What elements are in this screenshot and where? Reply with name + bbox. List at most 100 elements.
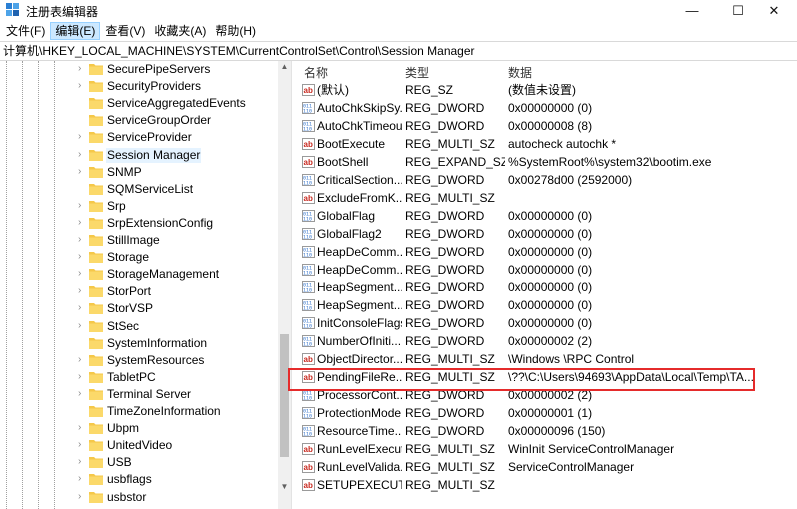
chevron-right-icon[interactable]: ›: [78, 166, 88, 178]
pane-splitter[interactable]: [291, 61, 295, 509]
value-row[interactable]: ab RunLevelValida... REG_MULTI_SZ ServiceCo…: [296, 458, 797, 476]
chevron-right-icon[interactable]: ›: [78, 285, 88, 297]
value-row[interactable]: 011 110 HeapSegment... REG_DWORD 0x00000000 …: [296, 296, 797, 314]
tree-item[interactable]: SystemInformation: [0, 335, 278, 352]
chevron-right-icon[interactable]: ›: [78, 80, 88, 92]
menu-item[interactable]: 查看(V): [101, 22, 149, 40]
value-row[interactable]: ab RunLevelExecute REG_MULTI_SZ WinInit Ser…: [296, 440, 797, 458]
address-bar[interactable]: 计算机\HKEY_LOCAL_MACHINE\SYSTEM\CurrentCon…: [0, 41, 797, 61]
value-row[interactable]: 011 110 HeapSegment... REG_DWORD 0x00000000 …: [296, 278, 797, 296]
value-data-cell: (数值未设置): [508, 83, 576, 97]
value-row[interactable]: ab BootShell REG_EXPAND_SZ %SystemRoot%\sys…: [296, 153, 797, 171]
chevron-right-icon[interactable]: ›: [78, 251, 88, 263]
menu-item[interactable]: 文件(F): [2, 22, 49, 40]
tree-item[interactable]: ServiceGroupOrder: [0, 112, 278, 129]
chevron-right-icon[interactable]: ›: [78, 217, 88, 229]
value-row[interactable]: 011 110 NumberOfIniti... REG_DWORD 0x0000000…: [296, 332, 797, 350]
tree-item-label: ServiceGroupOrder: [107, 113, 212, 128]
tree-item[interactable]: SQMServiceList: [0, 181, 278, 198]
chevron-right-icon[interactable]: ›: [78, 320, 88, 332]
value-row[interactable]: 011 110 AutoChkTimeout REG_DWORD 0x00000008 …: [296, 117, 797, 135]
tree-item[interactable]: › StillImage: [0, 232, 278, 249]
tree-item[interactable]: TimeZoneInformation: [0, 403, 278, 420]
folder-icon: [89, 388, 103, 400]
value-type-cell: REG_MULTI_SZ: [405, 136, 495, 151]
tree-item[interactable]: › SystemResources: [0, 352, 278, 369]
chevron-right-icon[interactable]: ›: [78, 131, 88, 143]
tree-item[interactable]: › SNMP: [0, 164, 278, 181]
tree-item[interactable]: › Ubpm: [0, 420, 278, 437]
tree-item[interactable]: › Storage: [0, 249, 278, 266]
tree-item[interactable]: › SrpExtensionConfig: [0, 215, 278, 232]
value-type-cell: REG_DWORD: [405, 406, 485, 421]
minimize-button[interactable]: —: [669, 0, 715, 21]
value-row[interactable]: 011 110 InitConsoleFlags REG_DWORD 0x0000000…: [296, 314, 797, 332]
title-bar: 注册表编辑器 — ☐ ✕: [0, 0, 797, 21]
tree-item[interactable]: › Srp: [0, 198, 278, 215]
string-value-icon: ab: [302, 478, 315, 491]
value-row[interactable]: 011 110 GlobalFlag REG_DWORD 0x00000000 (0): [296, 207, 797, 225]
tree-item[interactable]: › StorPort: [0, 283, 278, 300]
tree-item[interactable]: › usbstor: [0, 489, 278, 506]
tree-item[interactable]: ServiceAggregatedEvents: [0, 95, 278, 112]
tree-item-label: SrpExtensionConfig: [107, 215, 214, 230]
value-type-cell: REG_DWORD: [405, 172, 485, 187]
chevron-right-icon[interactable]: ›: [78, 422, 88, 434]
chevron-right-icon[interactable]: ›: [78, 456, 88, 468]
scroll-thumb[interactable]: [280, 334, 289, 457]
menu-item[interactable]: 收藏夹(A): [150, 22, 210, 40]
column-header-name[interactable]: 名称: [304, 64, 328, 81]
value-row[interactable]: ab ObjectDirector... REG_MULTI_SZ \Windows …: [296, 350, 797, 368]
chevron-right-icon[interactable]: ›: [78, 234, 88, 246]
chevron-right-icon[interactable]: ›: [78, 473, 88, 485]
value-row[interactable]: 011 110 AutoChkSkipSy... REG_DWORD 0x0000000…: [296, 99, 797, 117]
column-header-data[interactable]: 数据: [508, 64, 532, 81]
tree-item[interactable]: › usbflags: [0, 471, 278, 488]
tree-item[interactable]: › SecurityProviders: [0, 78, 278, 95]
tree-item[interactable]: › StorVSP: [0, 300, 278, 317]
chevron-right-icon[interactable]: ›: [78, 439, 88, 451]
scroll-up-icon[interactable]: ▲: [278, 61, 291, 73]
chevron-right-icon[interactable]: ›: [78, 354, 88, 366]
value-row[interactable]: 011 110 ProtectionMode REG_DWORD 0x00000001 …: [296, 404, 797, 422]
chevron-right-icon[interactable]: ›: [78, 268, 88, 280]
tree-item[interactable]: › ServiceProvider: [0, 129, 278, 146]
tree-item[interactable]: › SecurePipeServers: [0, 61, 278, 78]
value-row[interactable]: ab ExcludeFromK... REG_MULTI_SZ: [296, 189, 797, 207]
tree-item[interactable]: › TabletPC: [0, 369, 278, 386]
chevron-right-icon[interactable]: ›: [78, 388, 88, 400]
svg-text:ab: ab: [304, 158, 313, 167]
value-data-cell: ServiceControlManager: [508, 459, 635, 474]
tree-item[interactable]: › UnitedVideo: [0, 437, 278, 454]
binary-value-icon: 011 110: [302, 209, 315, 222]
chevron-right-icon[interactable]: ›: [78, 491, 88, 503]
tree-scrollbar[interactable]: ▲ ▼: [278, 61, 291, 509]
value-row[interactable]: 011 110 CriticalSection... REG_DWORD 0x00278…: [296, 171, 797, 189]
tree-item[interactable]: › USB: [0, 454, 278, 471]
svg-text:110: 110: [303, 324, 312, 330]
value-row[interactable]: 011 110 GlobalFlag2 REG_DWORD 0x00000000 (0): [296, 225, 797, 243]
value-data-cell: 0x00000000 (0): [508, 316, 593, 331]
close-button[interactable]: ✕: [751, 0, 797, 21]
value-row[interactable]: ab BootExecute REG_MULTI_SZ autocheck autoc…: [296, 135, 797, 153]
value-row[interactable]: 011 110 ResourceTime... REG_DWORD 0x00000096…: [296, 422, 797, 440]
menu-item[interactable]: 帮助(H): [211, 22, 260, 40]
value-name-cell: ObjectDirector...: [317, 352, 402, 367]
tree-item[interactable]: › Session Manager: [0, 147, 278, 164]
column-header-type[interactable]: 类型: [405, 64, 429, 81]
tree-item[interactable]: › Terminal Server: [0, 386, 278, 403]
chevron-right-icon[interactable]: ›: [78, 200, 88, 212]
value-name-cell: ProtectionMode: [317, 406, 402, 421]
value-row[interactable]: ab (默认) REG_SZ (数值未设置): [296, 81, 797, 99]
value-row[interactable]: 011 110 HeapDeComm... REG_DWORD 0x00000000 (…: [296, 261, 797, 279]
chevron-right-icon[interactable]: ›: [78, 302, 88, 314]
chevron-right-icon[interactable]: ›: [78, 63, 88, 75]
scroll-down-icon[interactable]: ▼: [278, 480, 291, 494]
menu-item[interactable]: 编辑(E): [50, 22, 101, 40]
tree-item[interactable]: › StorageManagement: [0, 266, 278, 283]
chevron-right-icon[interactable]: ›: [78, 371, 88, 383]
value-row[interactable]: 011 110 HeapDeComm... REG_DWORD 0x00000000 (…: [296, 243, 797, 261]
tree-item[interactable]: › StSec: [0, 318, 278, 335]
chevron-right-icon[interactable]: ›: [78, 149, 88, 161]
value-row[interactable]: ab SETUPEXECUTEREG_MULTI_SZ: [296, 476, 797, 494]
